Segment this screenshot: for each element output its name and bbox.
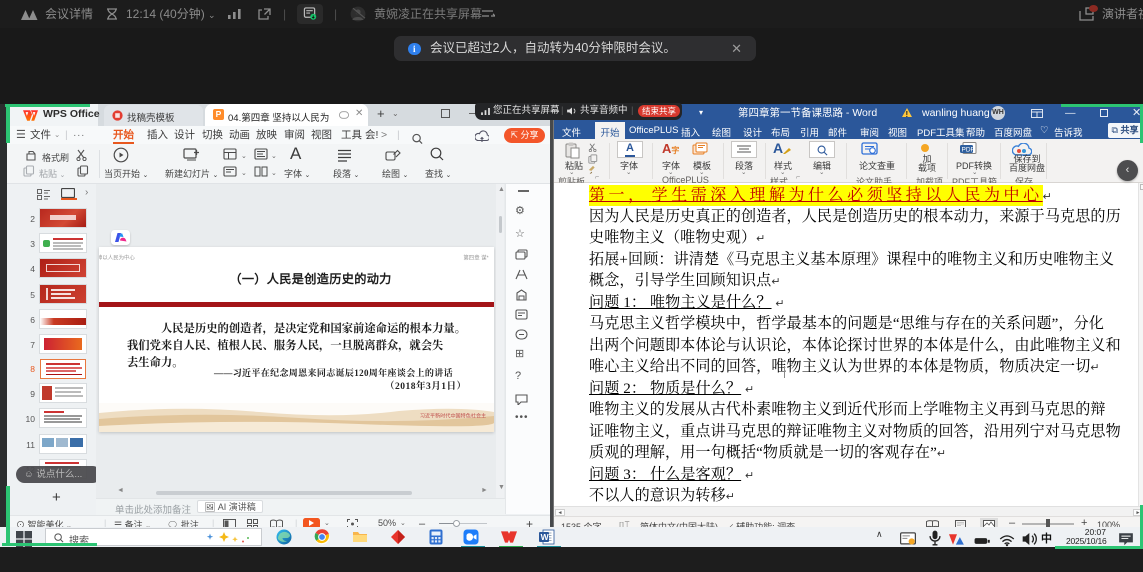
svg-text:W: W <box>541 532 550 542</box>
svg-text:PDF: PDF <box>962 147 975 154</box>
